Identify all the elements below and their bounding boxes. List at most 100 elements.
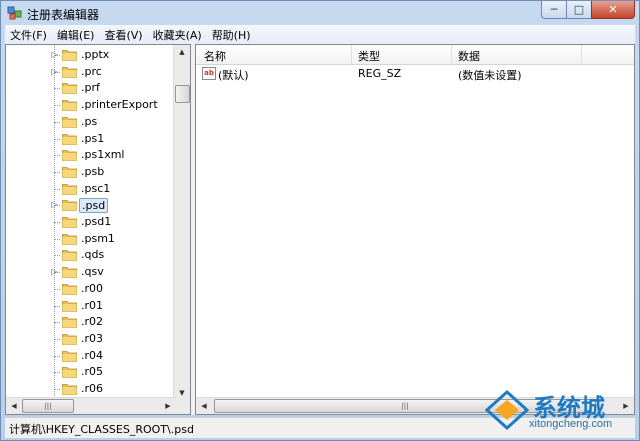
column-divider[interactable]	[581, 45, 582, 64]
maximize-button[interactable]: □	[566, 1, 592, 19]
close-button[interactable]: ✕	[591, 1, 635, 19]
title-bar[interactable]: 注册表编辑器 ─ □ ✕	[1, 1, 639, 25]
tree-item-label: .psc1	[81, 181, 111, 195]
expand-arrow-icon[interactable]: ▷	[50, 67, 59, 76]
window-title: 注册表编辑器	[27, 8, 100, 22]
values-pane[interactable]: 名称 类型 数据 ab (默认) REG_SZ (数值未设置) ◀ ||| ▶	[195, 44, 635, 415]
menu-help[interactable]: 帮助(H)	[207, 27, 256, 43]
tree-item[interactable]: .prf	[6, 80, 176, 96]
tree-item-label: .psb	[81, 164, 105, 178]
column-header-type[interactable]: 类型	[358, 48, 380, 64]
tree-guide-branch	[54, 238, 60, 240]
menu-view[interactable]: 查看(V)	[99, 27, 147, 43]
tree-item-label: .ps	[81, 114, 98, 128]
status-path: 计算机\HKEY_CLASSES_ROOT\.psd	[9, 423, 194, 436]
scroll-left-arrow-icon[interactable]: ◀	[6, 402, 22, 410]
tree-item-label: .r03	[81, 331, 104, 345]
tree-item[interactable]: ▷ .prc	[6, 64, 176, 80]
folder-icon	[62, 250, 77, 262]
tree-item[interactable]: .r05	[6, 364, 176, 380]
value-name: (默认)	[218, 69, 249, 82]
tree-horizontal-scrollbar[interactable]: ◀ ||| ▶	[6, 397, 176, 414]
tree-item[interactable]: .r04	[6, 348, 176, 364]
tree-item-label: .ps1	[81, 131, 105, 145]
tree-item[interactable]: .r06	[6, 381, 176, 397]
tree-guide-branch	[54, 355, 60, 357]
tree-item-label: .r04	[81, 348, 104, 362]
folder-icon	[62, 217, 77, 228]
tree-guide-branch	[54, 155, 60, 157]
tree-item[interactable]: .psm1	[6, 231, 176, 247]
tree-item-label: .r05	[81, 365, 104, 379]
folder-icon	[62, 233, 77, 245]
folder-icon	[62, 367, 77, 379]
column-header-data[interactable]: 数据	[458, 48, 480, 64]
tree-guide-branch	[54, 121, 60, 123]
registry-editor-icon	[7, 6, 22, 20]
folder-icon	[62, 133, 77, 145]
values-header: 名称 类型 数据	[196, 45, 634, 65]
tree-item[interactable]: ▷ .qsv	[6, 264, 176, 280]
key-tree-pane[interactable]: ▷ .pptx ▷ .prc .prf .printerExport .ps .ps1 .ps1…	[5, 44, 191, 415]
tree-item[interactable]: .ps1	[6, 131, 176, 147]
scroll-up-arrow-icon[interactable]: ▲	[174, 48, 190, 56]
folder-icon	[62, 283, 77, 295]
tree-guide-branch	[54, 389, 60, 390]
menu-favorites[interactable]: 收藏夹(A)	[148, 27, 207, 43]
minimize-button[interactable]: ─	[541, 1, 567, 19]
scrollbar-corner	[174, 398, 190, 414]
tree-item[interactable]: .psb	[6, 164, 176, 180]
value-data: (数值未设置)	[458, 69, 522, 82]
tree-item-label: .r06	[81, 382, 104, 395]
value-type: REG_SZ	[358, 67, 402, 80]
expand-arrow-icon[interactable]: ▷	[50, 50, 59, 59]
scroll-left-arrow-icon[interactable]: ◀	[196, 402, 212, 410]
tree-item[interactable]: .printerExport	[6, 97, 176, 113]
tree-item[interactable]: .r01	[6, 298, 176, 314]
tree-item[interactable]: .psd1	[6, 214, 176, 230]
tree-horizontal-scroll-thumb[interactable]: |||	[22, 399, 74, 413]
tree-item[interactable]: ▷ .psd	[6, 197, 176, 214]
caption-buttons: ─ □ ✕	[541, 1, 635, 20]
expand-arrow-icon[interactable]: ▷	[50, 267, 59, 276]
tree-item-label: .prc	[81, 64, 102, 78]
watermark-logo-icon	[485, 390, 529, 430]
tree-item-label-selected: .psd	[79, 198, 109, 214]
tree-vertical-scrollbar[interactable]: ▲ ▼	[173, 45, 190, 400]
tree-guide-branch	[54, 171, 60, 173]
client-area: ▷ .pptx ▷ .prc .prf .printerExport .ps .ps1 .ps1…	[5, 44, 635, 415]
folder-icon	[62, 350, 77, 362]
column-divider[interactable]	[451, 45, 452, 64]
value-row[interactable]: ab (默认) REG_SZ (数值未设置)	[196, 66, 634, 82]
menu-edit[interactable]: 编辑(E)	[52, 27, 100, 43]
expand-arrow-icon[interactable]: ▷	[50, 200, 59, 209]
folder-icon	[62, 83, 77, 95]
menu-bar: 文件(F) 编辑(E) 查看(V) 收藏夹(A) 帮助(H)	[5, 25, 635, 44]
folder-icon	[62, 333, 77, 345]
tree-item[interactable]: .ps	[6, 114, 176, 130]
tree-item[interactable]: .r00	[6, 281, 176, 297]
tree-item-label: .r00	[81, 281, 104, 295]
scroll-down-arrow-icon[interactable]: ▼	[174, 389, 190, 397]
tree-item[interactable]: .r02	[6, 314, 176, 330]
tree-item-label: .qsv	[81, 265, 104, 279]
tree-vertical-scroll-thumb[interactable]	[175, 85, 190, 103]
column-divider[interactable]	[351, 45, 352, 64]
tree-item[interactable]: .psc1	[6, 181, 176, 197]
tree-item[interactable]: .r03	[6, 331, 176, 347]
folder-icon	[62, 300, 77, 312]
folder-icon	[62, 200, 77, 212]
tree-item[interactable]: ▷ .pptx	[6, 47, 176, 63]
tree-item-label: .prf	[81, 81, 100, 95]
folder-icon	[62, 100, 77, 111]
column-header-name[interactable]: 名称	[204, 48, 226, 64]
tree-item-label: .printerExport	[81, 98, 158, 112]
tree-guide-branch	[54, 255, 60, 257]
tree-guide-branch	[54, 188, 60, 190]
tree-item[interactable]: .ps1xml	[6, 147, 176, 163]
tree-guide-branch	[54, 105, 60, 107]
folder-icon	[62, 384, 77, 395]
tree-guide-branch	[54, 288, 60, 290]
menu-file[interactable]: 文件(F)	[5, 27, 52, 43]
tree-item[interactable]: .qds	[6, 247, 176, 263]
